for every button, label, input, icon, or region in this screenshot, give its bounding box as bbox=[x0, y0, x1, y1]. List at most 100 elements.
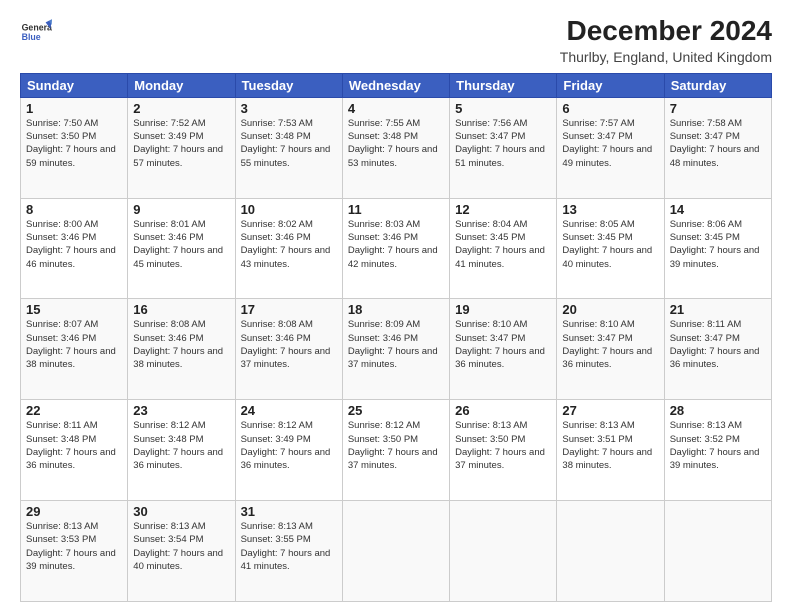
day-number: 9 bbox=[133, 202, 229, 217]
daylight: Daylight: 7 hours and 40 minutes. bbox=[562, 245, 652, 269]
day-info: Sunrise: 8:13 AM Sunset: 3:51 PM Dayligh… bbox=[562, 419, 658, 472]
daylight: Daylight: 7 hours and 55 minutes. bbox=[241, 144, 331, 168]
day-5: 5 Sunrise: 7:56 AM Sunset: 3:47 PM Dayli… bbox=[450, 97, 557, 198]
day-number: 7 bbox=[670, 101, 766, 116]
sunset: Sunset: 3:48 PM bbox=[26, 434, 96, 445]
day-info: Sunrise: 8:06 AM Sunset: 3:45 PM Dayligh… bbox=[670, 218, 766, 271]
sunset: Sunset: 3:46 PM bbox=[133, 232, 203, 243]
col-friday: Friday bbox=[557, 73, 664, 97]
sunset: Sunset: 3:45 PM bbox=[670, 232, 740, 243]
daylight: Daylight: 7 hours and 39 minutes. bbox=[26, 548, 116, 572]
sunrise: Sunrise: 8:12 AM bbox=[241, 420, 313, 431]
logo: General Blue bbox=[20, 16, 52, 48]
day-info: Sunrise: 8:01 AM Sunset: 3:46 PM Dayligh… bbox=[133, 218, 229, 271]
col-thursday: Thursday bbox=[450, 73, 557, 97]
daylight: Daylight: 7 hours and 46 minutes. bbox=[26, 245, 116, 269]
day-info: Sunrise: 7:52 AM Sunset: 3:49 PM Dayligh… bbox=[133, 117, 229, 170]
sunrise: Sunrise: 8:12 AM bbox=[133, 420, 205, 431]
sunrise: Sunrise: 8:10 AM bbox=[455, 319, 527, 330]
daylight: Daylight: 7 hours and 39 minutes. bbox=[670, 245, 760, 269]
title-block: December 2024 Thurlby, England, United K… bbox=[560, 16, 772, 65]
sunset: Sunset: 3:50 PM bbox=[26, 131, 96, 142]
daylight: Daylight: 7 hours and 38 minutes. bbox=[26, 346, 116, 370]
sunrise: Sunrise: 8:13 AM bbox=[455, 420, 527, 431]
daylight: Daylight: 7 hours and 37 minutes. bbox=[241, 346, 331, 370]
sunrise: Sunrise: 8:11 AM bbox=[26, 420, 98, 431]
day-info: Sunrise: 8:00 AM Sunset: 3:46 PM Dayligh… bbox=[26, 218, 122, 271]
day-number: 17 bbox=[241, 302, 337, 317]
day-info: Sunrise: 7:55 AM Sunset: 3:48 PM Dayligh… bbox=[348, 117, 444, 170]
empty-day bbox=[450, 501, 557, 602]
sunset: Sunset: 3:45 PM bbox=[562, 232, 632, 243]
daylight: Daylight: 7 hours and 37 minutes. bbox=[348, 346, 438, 370]
week-row-3: 15 Sunrise: 8:07 AM Sunset: 3:46 PM Dayl… bbox=[21, 299, 772, 400]
sunset: Sunset: 3:51 PM bbox=[562, 434, 632, 445]
sunset: Sunset: 3:48 PM bbox=[241, 131, 311, 142]
day-26: 26 Sunrise: 8:13 AM Sunset: 3:50 PM Dayl… bbox=[450, 400, 557, 501]
day-21: 21 Sunrise: 8:11 AM Sunset: 3:47 PM Dayl… bbox=[664, 299, 771, 400]
sunrise: Sunrise: 8:02 AM bbox=[241, 219, 313, 230]
day-13: 13 Sunrise: 8:05 AM Sunset: 3:45 PM Dayl… bbox=[557, 198, 664, 299]
header: General Blue December 2024 Thurlby, Engl… bbox=[20, 16, 772, 65]
sunrise: Sunrise: 8:09 AM bbox=[348, 319, 420, 330]
daylight: Daylight: 7 hours and 53 minutes. bbox=[348, 144, 438, 168]
day-23: 23 Sunrise: 8:12 AM Sunset: 3:48 PM Dayl… bbox=[128, 400, 235, 501]
col-wednesday: Wednesday bbox=[342, 73, 449, 97]
day-info: Sunrise: 8:11 AM Sunset: 3:48 PM Dayligh… bbox=[26, 419, 122, 472]
sunset: Sunset: 3:49 PM bbox=[133, 131, 203, 142]
day-number: 28 bbox=[670, 403, 766, 418]
sunset: Sunset: 3:50 PM bbox=[348, 434, 418, 445]
day-info: Sunrise: 8:08 AM Sunset: 3:46 PM Dayligh… bbox=[133, 318, 229, 371]
day-1: 1 Sunrise: 7:50 AM Sunset: 3:50 PM Dayli… bbox=[21, 97, 128, 198]
day-number: 22 bbox=[26, 403, 122, 418]
sunset: Sunset: 3:53 PM bbox=[26, 534, 96, 545]
daylight: Daylight: 7 hours and 37 minutes. bbox=[348, 447, 438, 471]
sunset: Sunset: 3:47 PM bbox=[455, 333, 525, 344]
daylight: Daylight: 7 hours and 48 minutes. bbox=[670, 144, 760, 168]
day-info: Sunrise: 8:11 AM Sunset: 3:47 PM Dayligh… bbox=[670, 318, 766, 371]
sunrise: Sunrise: 7:55 AM bbox=[348, 118, 420, 129]
day-info: Sunrise: 8:12 AM Sunset: 3:50 PM Dayligh… bbox=[348, 419, 444, 472]
sunset: Sunset: 3:47 PM bbox=[670, 131, 740, 142]
day-number: 6 bbox=[562, 101, 658, 116]
day-30: 30 Sunrise: 8:13 AM Sunset: 3:54 PM Dayl… bbox=[128, 501, 235, 602]
sunrise: Sunrise: 8:13 AM bbox=[26, 521, 98, 532]
day-info: Sunrise: 8:05 AM Sunset: 3:45 PM Dayligh… bbox=[562, 218, 658, 271]
daylight: Daylight: 7 hours and 43 minutes. bbox=[241, 245, 331, 269]
sunrise: Sunrise: 8:08 AM bbox=[241, 319, 313, 330]
day-number: 15 bbox=[26, 302, 122, 317]
empty-day bbox=[664, 501, 771, 602]
sunset: Sunset: 3:47 PM bbox=[562, 333, 632, 344]
sunset: Sunset: 3:46 PM bbox=[26, 333, 96, 344]
day-number: 27 bbox=[562, 403, 658, 418]
day-19: 19 Sunrise: 8:10 AM Sunset: 3:47 PM Dayl… bbox=[450, 299, 557, 400]
daylight: Daylight: 7 hours and 36 minutes. bbox=[455, 346, 545, 370]
daylight: Daylight: 7 hours and 45 minutes. bbox=[133, 245, 223, 269]
subtitle: Thurlby, England, United Kingdom bbox=[560, 49, 772, 65]
sunrise: Sunrise: 8:05 AM bbox=[562, 219, 634, 230]
daylight: Daylight: 7 hours and 36 minutes. bbox=[26, 447, 116, 471]
daylight: Daylight: 7 hours and 36 minutes. bbox=[562, 346, 652, 370]
day-info: Sunrise: 7:50 AM Sunset: 3:50 PM Dayligh… bbox=[26, 117, 122, 170]
sunset: Sunset: 3:46 PM bbox=[348, 232, 418, 243]
sunrise: Sunrise: 7:50 AM bbox=[26, 118, 98, 129]
day-number: 19 bbox=[455, 302, 551, 317]
day-info: Sunrise: 8:13 AM Sunset: 3:50 PM Dayligh… bbox=[455, 419, 551, 472]
sunrise: Sunrise: 8:03 AM bbox=[348, 219, 420, 230]
sunset: Sunset: 3:49 PM bbox=[241, 434, 311, 445]
daylight: Daylight: 7 hours and 42 minutes. bbox=[348, 245, 438, 269]
daylight: Daylight: 7 hours and 41 minutes. bbox=[455, 245, 545, 269]
day-number: 24 bbox=[241, 403, 337, 418]
sunset: Sunset: 3:48 PM bbox=[348, 131, 418, 142]
day-number: 31 bbox=[241, 504, 337, 519]
sunset: Sunset: 3:47 PM bbox=[670, 333, 740, 344]
day-number: 25 bbox=[348, 403, 444, 418]
day-number: 4 bbox=[348, 101, 444, 116]
sunrise: Sunrise: 8:13 AM bbox=[562, 420, 634, 431]
sunrise: Sunrise: 7:57 AM bbox=[562, 118, 634, 129]
sunrise: Sunrise: 8:12 AM bbox=[348, 420, 420, 431]
day-number: 13 bbox=[562, 202, 658, 217]
empty-day bbox=[342, 501, 449, 602]
day-17: 17 Sunrise: 8:08 AM Sunset: 3:46 PM Dayl… bbox=[235, 299, 342, 400]
week-row-1: 1 Sunrise: 7:50 AM Sunset: 3:50 PM Dayli… bbox=[21, 97, 772, 198]
